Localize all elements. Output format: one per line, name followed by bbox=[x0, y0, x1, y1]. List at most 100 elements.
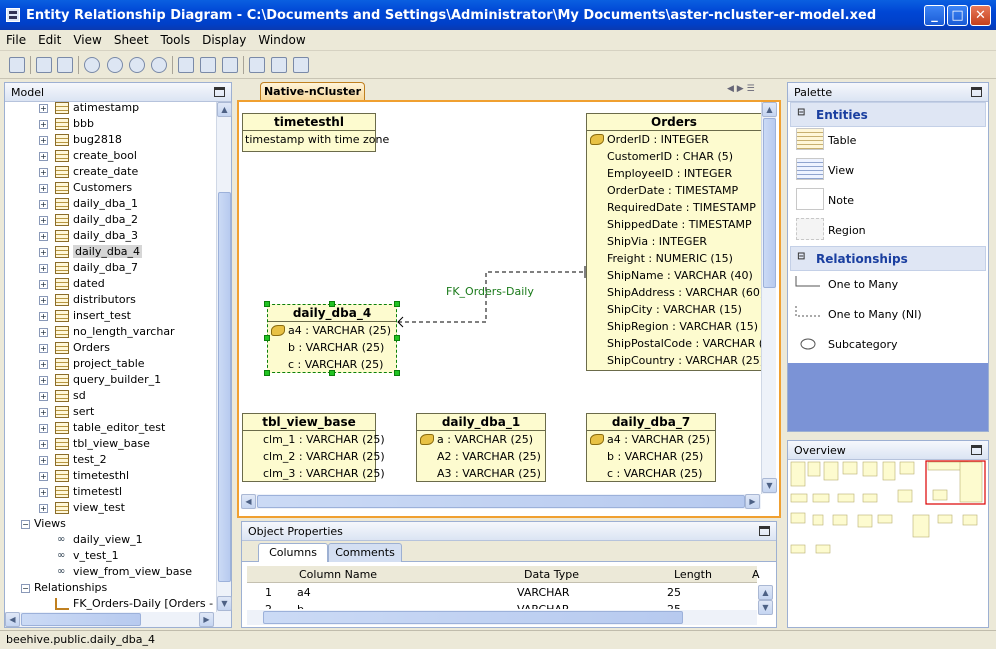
tree-table-item[interactable]: + table_editor_test bbox=[5, 420, 215, 436]
selection-handle[interactable] bbox=[264, 335, 270, 341]
expand-icon[interactable]: + bbox=[39, 216, 48, 225]
tree-table-item[interactable]: + bug2818 bbox=[5, 132, 215, 148]
hscroll-thumb[interactable] bbox=[257, 495, 745, 508]
selection-handle[interactable] bbox=[264, 370, 270, 376]
expand-icon[interactable]: + bbox=[39, 152, 48, 161]
tree-table-item[interactable]: + daily_dba_1 bbox=[5, 196, 215, 212]
expand-icon[interactable]: + bbox=[39, 296, 48, 305]
maximize-icon[interactable] bbox=[971, 87, 982, 97]
tree-table-item[interactable]: + daily_dba_2 bbox=[5, 212, 215, 228]
tab-nav-icons[interactable]: ◀ ▶ ☰ bbox=[727, 84, 755, 94]
expand-icon[interactable]: + bbox=[39, 120, 48, 129]
scroll-right-arrow-icon[interactable]: ▶ bbox=[199, 612, 214, 627]
scroll-thumb[interactable] bbox=[763, 118, 776, 288]
menu-file[interactable]: File bbox=[0, 30, 32, 50]
menu-window[interactable]: Window bbox=[252, 30, 311, 50]
zoom-icon[interactable] bbox=[84, 57, 100, 73]
palette-item-subcategory[interactable]: Subcategory bbox=[828, 338, 898, 351]
tab-comments[interactable]: Comments bbox=[328, 543, 402, 562]
scroll-right-arrow-icon[interactable]: ▶ bbox=[745, 494, 760, 509]
expand-icon[interactable]: + bbox=[39, 504, 48, 513]
menu-display[interactable]: Display bbox=[196, 30, 252, 50]
tree-relationships-folder[interactable]: − Relationships bbox=[5, 580, 215, 596]
entity-daily-dba-7[interactable]: daily_dba_7 a4 : VARCHAR (25) b : VARCHA… bbox=[586, 413, 716, 482]
expand-icon[interactable]: + bbox=[39, 264, 48, 273]
header-a[interactable]: A bbox=[752, 568, 760, 581]
network-icon[interactable] bbox=[293, 57, 309, 73]
selection-handle[interactable] bbox=[394, 370, 400, 376]
entity-timetesthl[interactable]: timetesthl timestamp with time zone bbox=[242, 113, 389, 152]
row-layout-icon[interactable] bbox=[200, 57, 216, 73]
save-icon[interactable] bbox=[9, 57, 25, 73]
tree-view-item[interactable]: ∞ v_test_1 bbox=[5, 548, 215, 564]
expand-icon[interactable]: + bbox=[39, 392, 48, 401]
tree-table-item[interactable]: + insert_test bbox=[5, 308, 215, 324]
menu-tools[interactable]: Tools bbox=[155, 30, 197, 50]
expand-icon[interactable]: + bbox=[39, 168, 48, 177]
page-setup-icon[interactable] bbox=[57, 57, 73, 73]
entity-daily-dba-4[interactable]: daily_dba_4 a4 : VARCHAR (25) b : VARCHA… bbox=[267, 304, 397, 373]
palette-item-one-to-many-ni[interactable]: One to Many (NI) bbox=[828, 308, 922, 321]
maximize-icon[interactable] bbox=[214, 87, 225, 97]
tree-view-item[interactable]: ∞ daily_view_1 bbox=[5, 532, 215, 548]
canvas-hscrollbar[interactable]: ◀ ▶ bbox=[241, 494, 761, 509]
tree-vscrollbar[interactable]: ▲ ▼ bbox=[216, 102, 232, 612]
tree-table-item[interactable]: + no_length_varchar bbox=[5, 324, 215, 340]
selection-handle[interactable] bbox=[329, 370, 335, 376]
canvas-vscrollbar[interactable]: ▲ ▼ bbox=[761, 102, 777, 494]
scroll-down-arrow-icon[interactable]: ▼ bbox=[217, 596, 232, 611]
zoom-out-icon[interactable] bbox=[129, 57, 145, 73]
expand-icon[interactable]: + bbox=[39, 248, 48, 257]
expand-icon[interactable]: + bbox=[39, 280, 48, 289]
palette-item-table[interactable]: Table bbox=[828, 134, 856, 147]
palette-section-relationships[interactable]: Relationships ⊟ bbox=[790, 246, 986, 271]
collapse-icon[interactable]: − bbox=[21, 584, 30, 593]
expand-icon[interactable]: + bbox=[39, 360, 48, 369]
relationship-label[interactable]: FK_Orders-Daily bbox=[446, 285, 534, 298]
tree-table-item[interactable]: + sd bbox=[5, 388, 215, 404]
header-length[interactable]: Length bbox=[674, 568, 712, 581]
tree-views-folder[interactable]: − Views bbox=[5, 516, 215, 532]
expand-icon[interactable]: + bbox=[39, 472, 48, 481]
tree-relationship-item[interactable]: FK_Orders-Daily [Orders - dai bbox=[5, 596, 217, 612]
hscroll-thumb[interactable] bbox=[263, 611, 683, 624]
maximize-icon[interactable] bbox=[759, 526, 770, 536]
collapse-icon[interactable]: − bbox=[21, 520, 30, 529]
entity-orders[interactable]: Orders OrderID : INTEGER CustomerID : CHA… bbox=[586, 113, 762, 371]
menu-sheet[interactable]: Sheet bbox=[108, 30, 155, 50]
expand-icon[interactable]: + bbox=[39, 376, 48, 385]
header-data-type[interactable]: Data Type bbox=[524, 568, 579, 581]
selection-handle[interactable] bbox=[394, 335, 400, 341]
collapse-icon[interactable]: ⊟ bbox=[797, 107, 805, 118]
expand-icon[interactable]: + bbox=[39, 200, 48, 209]
scroll-thumb[interactable] bbox=[218, 192, 231, 582]
entity-tbl-view-base[interactable]: tbl_view_base clm_1 : VARCHAR (25) clm_2… bbox=[242, 413, 385, 482]
tree-view-item[interactable]: ∞ view_from_view_base bbox=[5, 564, 215, 580]
collapse-icon[interactable]: ⊟ bbox=[797, 251, 805, 262]
tree-hscrollbar[interactable]: ◀ ▶ bbox=[5, 612, 231, 627]
expand-icon[interactable]: + bbox=[39, 184, 48, 193]
tree-table-item[interactable]: + create_bool bbox=[5, 148, 215, 164]
selection-handle[interactable] bbox=[264, 301, 270, 307]
expand-icon[interactable]: + bbox=[39, 328, 48, 337]
expand-icon[interactable]: + bbox=[39, 232, 48, 241]
tree-table-item[interactable]: + bbb bbox=[5, 116, 215, 132]
menu-view[interactable]: View bbox=[67, 30, 107, 50]
tab-columns[interactable]: Columns bbox=[258, 543, 328, 562]
selection-handle[interactable] bbox=[394, 301, 400, 307]
header-layout-icon[interactable] bbox=[222, 57, 238, 73]
expand-icon[interactable]: + bbox=[39, 104, 48, 113]
tree-table-item[interactable]: + daily_dba_7 bbox=[5, 260, 215, 276]
expand-icon[interactable]: + bbox=[39, 440, 48, 449]
tree-table-item[interactable]: + atimestamp bbox=[5, 102, 215, 116]
columns-icon[interactable] bbox=[249, 57, 265, 73]
scroll-up-arrow-icon[interactable]: ▲ bbox=[758, 585, 773, 600]
scroll-down-arrow-icon[interactable]: ▼ bbox=[762, 478, 777, 493]
header-column-name[interactable]: Column Name bbox=[299, 568, 377, 581]
table-row[interactable]: 2 b VARCHAR 25 bbox=[247, 601, 757, 609]
zoom-in-icon[interactable] bbox=[107, 57, 123, 73]
close-button[interactable]: ✕ bbox=[970, 5, 991, 26]
print-icon[interactable] bbox=[36, 57, 52, 73]
expand-icon[interactable]: + bbox=[39, 312, 48, 321]
palette-item-region[interactable]: Region bbox=[828, 224, 866, 237]
